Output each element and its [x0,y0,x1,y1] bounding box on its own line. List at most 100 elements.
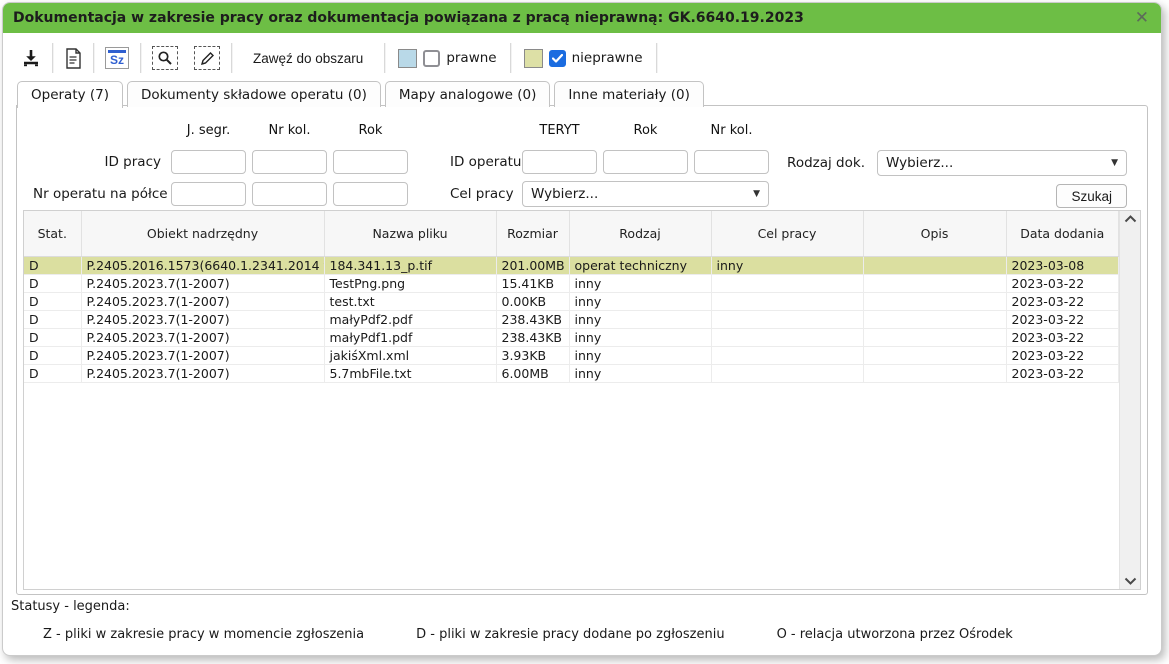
vertical-scrollbar[interactable] [1119,211,1140,589]
table-cell: D [24,346,81,364]
szukaj-button[interactable]: Szukaj [1056,184,1127,208]
rodzaj-dok-label: Rodzaj dok. [787,155,869,171]
id-pracy-nrkol-input[interactable] [252,150,327,174]
search-area-button[interactable] [144,43,186,73]
close-icon[interactable]: ✕ [1135,10,1149,27]
table-cell: 2023-03-22 [1006,346,1119,364]
title-bar: Dokumentacja w zakresie pracy oraz dokum… [3,3,1161,33]
filter-section: J. segr. Nr kol. Rok ID pracy Nr operatu… [17,106,1147,208]
nieprawne-color-swatch [524,49,543,68]
table-row[interactable]: DP.2405.2023.7(1-2007)TestPng.png15.41KB… [24,274,1119,292]
header-rok: Rok [333,123,408,138]
tab-dokumenty-skladowe[interactable]: Dokumenty składowe operatu (0) [127,81,381,107]
column-header[interactable]: Data dodania [1006,211,1119,256]
status-legend-item-d: D - pliki w zakresie pracy dodane po zgł… [416,627,724,642]
table-cell: operat techniczny [569,256,711,274]
table-cell [711,346,863,364]
status-legend-item-o: O - relacja utworzona przez Ośrodek [777,627,1013,642]
scroll-up-icon[interactable] [1124,215,1137,223]
prawne-color-swatch [398,49,417,68]
rodzaj-dok-select[interactable]: Wybierz... ▼ [877,150,1127,176]
prawne-checkbox[interactable] [423,50,440,67]
nieprawne-label: nieprawne [572,50,643,66]
results-grid-body: Stat.Obiekt nadrzędnyNazwa plikuRozmiarR… [24,211,1119,589]
table-cell: inny [569,310,711,328]
nr-operatu-2-input[interactable] [252,182,327,206]
table-cell: 2023-03-08 [1006,256,1119,274]
table-cell: test.txt [324,292,496,310]
cel-pracy-select[interactable]: Wybierz... ▼ [522,181,769,207]
table-row[interactable]: DP.2405.2016.1573(6640.1.2341.2014 t...1… [24,256,1119,274]
download-icon [21,48,41,68]
tab-mapy-analogowe[interactable]: Mapy analogowe (0) [385,81,550,107]
table-row[interactable]: DP.2405.2023.7(1-2007)małyPdf2.pdf238.43… [24,310,1119,328]
id-operatu-label: ID operatu [450,154,516,170]
tab-operaty[interactable]: Operaty (7) [17,81,123,108]
table-cell: 3.93KB [496,346,569,364]
toolbar-separator [384,43,385,73]
table-cell: inny [569,274,711,292]
id-pracy-jsegr-input[interactable] [171,150,246,174]
table-cell [711,364,863,382]
results-grid: Stat.Obiekt nadrzędnyNazwa plikuRozmiarR… [23,210,1141,590]
table-cell [863,274,1006,292]
legend-prawne: prawne [388,49,506,68]
table-cell: 201.00MB [496,256,569,274]
id-operatu-nrkol-input[interactable] [694,150,769,174]
toolbar-separator [510,43,511,73]
column-header[interactable]: Rozmiar [496,211,569,256]
table-cell [863,328,1006,346]
id-operatu-rok-input[interactable] [603,150,688,174]
table-row[interactable]: DP.2405.2023.7(1-2007)małyPdf1.pdf238.43… [24,328,1119,346]
table-cell [863,310,1006,328]
prawne-label: prawne [446,50,496,66]
table-cell: 2023-03-22 [1006,310,1119,328]
sz-button[interactable]: Sz [97,43,137,73]
column-header[interactable]: Rodzaj [569,211,711,256]
column-header[interactable]: Cel pracy [711,211,863,256]
table-cell [863,256,1006,274]
toolbar-separator [140,43,141,73]
nr-operatu-1-input[interactable] [171,182,246,206]
edit-area-button[interactable] [186,43,228,73]
column-header[interactable]: Stat. [24,211,81,256]
table-cell: 2023-03-22 [1006,292,1119,310]
table-cell: P.2405.2023.7(1-2007) [81,292,324,310]
table-cell: D [24,292,81,310]
nr-operatu-3-input[interactable] [333,182,408,206]
download-button[interactable] [13,43,49,73]
table-cell: małyPdf2.pdf [324,310,496,328]
table-cell [863,292,1006,310]
table-cell: inny [569,346,711,364]
tab-inne-materialy[interactable]: Inne materiały (0) [554,81,704,107]
cel-pracy-label: Cel pracy [450,186,516,202]
column-header[interactable]: Obiekt nadrzędny [81,211,324,256]
table-cell: 15.41KB [496,274,569,292]
id-pracy-label: ID pracy [33,154,165,170]
id-operatu-teryt-input[interactable] [522,150,597,174]
column-header[interactable]: Opis [863,211,1006,256]
window-title: Dokumentacja w zakresie pracy oraz dokum… [13,10,1135,26]
id-pracy-rok-input[interactable] [333,150,408,174]
toolbar-separator [93,43,94,73]
table-row[interactable]: DP.2405.2023.7(1-2007)jakiśXml.xml3.93KB… [24,346,1119,364]
document-button[interactable] [56,43,90,73]
sz-icon: Sz [105,47,129,69]
column-header[interactable]: Nazwa pliku [324,211,496,256]
table-cell: P.2405.2023.7(1-2007) [81,364,324,382]
table-cell: D [24,274,81,292]
narrow-to-area-button[interactable]: Zawęź do obszaru [235,43,381,73]
table-row[interactable]: DP.2405.2023.7(1-2007)test.txt0.00KBinny… [24,292,1119,310]
table-row[interactable]: DP.2405.2023.7(1-2007)5.7mbFile.txt6.00M… [24,364,1119,382]
chevron-down-icon: ▼ [753,189,760,199]
table-cell: jakiśXml.xml [324,346,496,364]
table-cell: inny [569,328,711,346]
table-cell: inny [569,364,711,382]
header-j-segr: J. segr. [171,123,246,138]
header-teryt: TERYT [522,123,597,138]
legend-nieprawne: nieprawne [514,49,653,68]
table-cell: 238.43KB [496,310,569,328]
nieprawne-checkbox[interactable] [549,50,566,67]
scroll-down-icon[interactable] [1124,577,1137,585]
search-area-icon [152,46,178,70]
